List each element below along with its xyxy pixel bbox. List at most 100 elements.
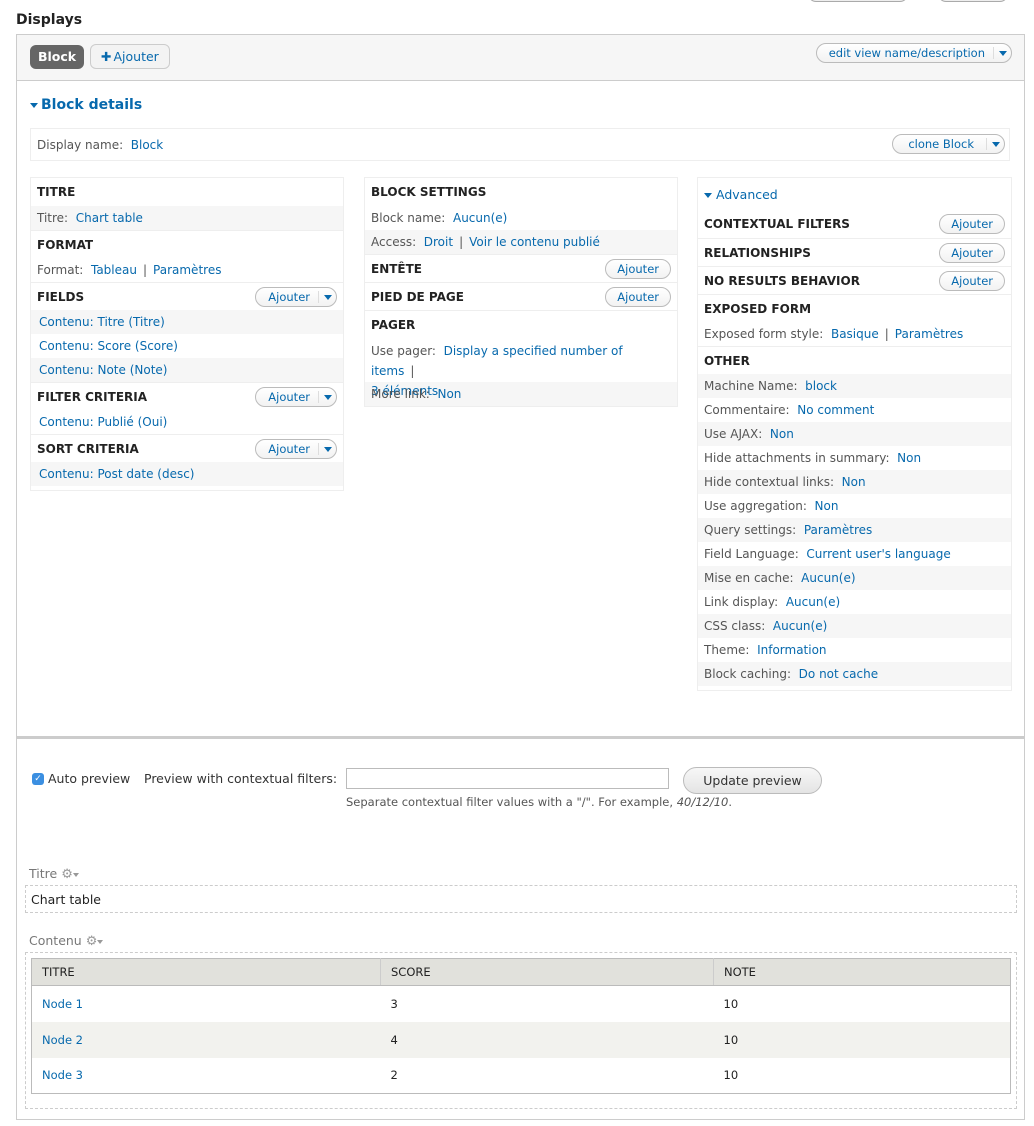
top-action-button-2[interactable] [938,0,1008,2]
other-setting-link[interactable]: Information [757,643,826,657]
table-row: Node 2 4 10 [31,1021,1011,1058]
titre-row: Titre: Chart table [31,206,343,230]
filter-dropdown-toggle[interactable] [318,391,336,403]
other-setting-link[interactable]: Non [897,451,921,465]
section-contextual-heading: CONTEXTUAL FILTERS Ajouter [698,210,1011,238]
advanced-toggle[interactable]: Advanced [698,178,1011,210]
other-setting-label: Hide contextual links: [704,475,835,489]
filter-add-button[interactable]: Ajouter [256,388,318,406]
auto-preview-checkbox[interactable]: ✓ [32,773,44,785]
other-setting-link[interactable]: Current user's language [806,547,950,561]
more-link-value[interactable]: Non [437,387,461,401]
chevron-down-icon [323,394,332,400]
contextual-add-button[interactable]: Ajouter [939,214,1005,234]
gear-icon[interactable]: ⚙ [86,934,98,949]
fields-dropdown-toggle[interactable] [318,291,336,303]
other-setting-label: CSS class: [704,619,766,633]
cell-titre: Node 3 [32,1058,381,1094]
format-link[interactable]: Tableau [91,263,137,277]
fields-add-dropbutton[interactable]: Ajouter [255,287,337,307]
block-name-row: Block name: Aucun(e) [365,206,677,230]
access-permission-link[interactable]: Voir le contenu publié [469,235,600,249]
footer-add-button[interactable]: Ajouter [605,287,671,307]
sort-dropdown-toggle[interactable] [318,443,336,455]
sort-add-dropbutton[interactable]: Ajouter [255,439,337,459]
contextual-filters-input[interactable] [346,768,669,789]
tab-block[interactable]: Block [30,45,85,69]
other-setting-row: Machine Name: block [698,374,1011,398]
section-divider [17,736,1024,739]
filter-link-published[interactable]: Contenu: Publié (Oui) [39,415,167,429]
pager-row: Use pager: Display a specified number of… [365,338,677,398]
no-results-heading-text: NO RESULTS BEHAVIOR [704,274,860,288]
other-setting-link[interactable]: Non [815,499,839,513]
field-link-score[interactable]: Contenu: Score (Score) [39,339,178,353]
edit-view-dropdown-toggle[interactable] [993,47,1011,59]
exposed-form-label: Exposed form style: [704,327,824,341]
edit-view-dropbutton[interactable]: edit view name/description [815,43,1012,63]
other-setting-label: Block caching: [704,667,792,681]
exposed-form-style-link[interactable]: Basique [831,327,879,341]
top-action-button-1[interactable] [808,0,908,2]
relationships-add-button[interactable]: Ajouter [939,243,1005,263]
add-display-button[interactable]: ✚ Ajouter [90,44,170,69]
relationships-heading-text: RELATIONSHIPS [704,246,811,260]
sort-item: Contenu: Post date (desc) [31,462,343,486]
cell-titre: Node 1 [32,986,381,1022]
block-details-toggle[interactable]: Block details [30,97,142,113]
access-label: Access: [371,235,417,249]
node-link[interactable]: Node 1 [42,997,83,1011]
other-setting-link[interactable]: block [805,379,837,393]
block-name-link[interactable]: Aucun(e) [453,211,507,225]
sort-add-button[interactable]: Ajouter [256,440,318,458]
clone-dropdown-toggle[interactable] [986,138,1004,150]
other-setting-link[interactable]: Paramètres [804,523,872,537]
auto-preview-label[interactable]: Auto preview [48,771,130,786]
node-link[interactable]: Node 3 [42,1068,83,1082]
filter-add-dropbutton[interactable]: Ajouter [255,387,337,407]
chevron-down-icon[interactable] [72,872,79,877]
other-setting-link[interactable]: Non [842,475,866,489]
field-link-note[interactable]: Contenu: Note (Note) [39,363,167,377]
chevron-down-icon[interactable] [97,939,104,944]
update-preview-button[interactable]: Update preview [683,767,822,794]
other-setting-link[interactable]: Aucun(e) [786,595,840,609]
fields-add-button[interactable]: Ajouter [256,288,318,306]
other-setting-link[interactable]: Non [770,427,794,441]
other-setting-link[interactable]: Aucun(e) [773,619,827,633]
other-setting-link[interactable]: No comment [797,403,874,417]
titre-link[interactable]: Chart table [76,211,143,225]
clone-block-button[interactable]: clone Block [893,135,986,153]
preview-controls: ✓ Auto preview Preview with contextual f… [32,767,1022,818]
other-setting-row: CSS class: Aucun(e) [698,614,1011,638]
other-setting-link[interactable]: Do not cache [799,667,878,681]
access-link[interactable]: Droit [424,235,453,249]
page-title: Displays [16,12,83,28]
format-row: Format: Tableau | Paramètres [37,263,222,277]
cell-note: 10 [713,1021,1011,1058]
field-link-titre[interactable]: Contenu: Titre (Titre) [39,315,165,329]
clone-dropbutton[interactable]: clone Block [892,134,1005,154]
access-row: Access: Droit | Voir le contenu publié [365,230,677,254]
other-setting-row: Query settings: Paramètres [698,518,1011,542]
edit-view-name-button[interactable]: edit view name/description [817,44,993,62]
node-link[interactable]: Node 2 [42,1033,83,1047]
section-footer-heading: PIED DE PAGE Ajouter [365,282,677,310]
section-format-heading: FORMAT [31,230,343,258]
section-header-heading: ENTÊTE Ajouter [365,254,677,282]
title-preview-value: Chart table [31,892,101,907]
display-name-link[interactable]: Block [131,138,163,152]
exposed-form-settings-link[interactable]: Paramètres [895,327,963,341]
header-add-button[interactable]: Ajouter [605,259,671,279]
section-other-heading: OTHER [698,346,1011,374]
no-results-add-button[interactable]: Ajouter [939,271,1005,291]
format-settings-link[interactable]: Paramètres [153,263,221,277]
section-exposed-form-heading: EXPOSED FORM [698,294,1011,322]
filter-item: Contenu: Publié (Oui) [31,410,343,434]
other-settings-list: Machine Name: block Commentaire: No comme… [698,374,1011,690]
other-setting-label: Link display: [704,595,779,609]
gear-icon[interactable]: ⚙ [61,867,73,882]
column-advanced: Advanced CONTEXTUAL FILTERS Ajouter RELA… [697,177,1012,691]
other-setting-link[interactable]: Aucun(e) [801,571,855,585]
sort-link-post-date[interactable]: Contenu: Post date (desc) [39,467,195,481]
